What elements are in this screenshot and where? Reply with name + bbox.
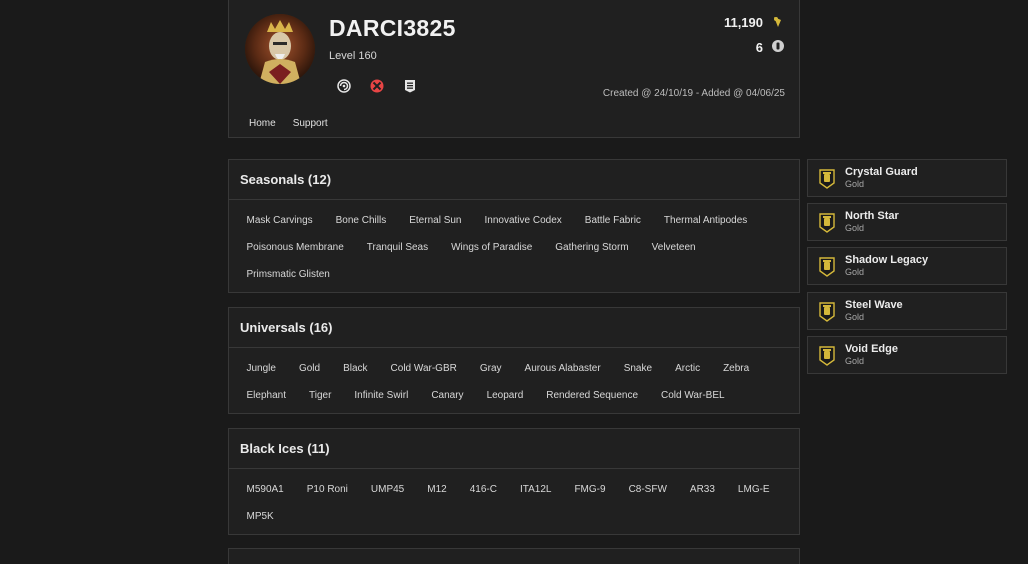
- skin-item[interactable]: 416-C: [458, 476, 508, 503]
- credits-icon: [771, 14, 785, 31]
- skin-item[interactable]: Elephant: [235, 382, 297, 409]
- gold-charm-icon: [819, 346, 835, 366]
- skin-item[interactable]: M12: [416, 476, 458, 503]
- charm-name: Shadow Legacy: [845, 254, 929, 266]
- universals-list: Jungle Gold Black Cold War-GBR Gray Auro…: [229, 348, 799, 414]
- skin-item[interactable]: Gold: [287, 355, 331, 382]
- skin-item[interactable]: Leopard: [475, 382, 535, 409]
- skin-item[interactable]: Bone Chills: [324, 207, 398, 234]
- section-title: Black Ices (11): [229, 429, 799, 469]
- skin-item[interactable]: Gathering Storm: [544, 234, 640, 261]
- skin-item[interactable]: Eternal Sun: [398, 207, 473, 234]
- avatar: [245, 14, 315, 84]
- renown-value: 6: [755, 40, 763, 55]
- skin-item[interactable]: Jungle: [235, 355, 287, 382]
- charm-tier: Gold: [845, 312, 865, 322]
- charm-tier: Gold: [845, 267, 865, 277]
- charm-card[interactable]: Void Edge Gold: [807, 336, 1007, 374]
- skin-item[interactable]: Gray: [468, 355, 513, 382]
- charm-tier: Gold: [845, 356, 865, 366]
- skin-item[interactable]: Canary: [420, 382, 475, 409]
- universals-section: Universals (16) Jungle Gold Black Cold W…: [228, 307, 800, 414]
- black-ices-list: M590A1 P10 Roni UMP45 M12 416-C ITA12L F…: [229, 469, 799, 535]
- charm-name: North Star: [845, 210, 899, 222]
- skin-item[interactable]: P10 Roni: [295, 476, 359, 503]
- gold-charm-icon: [819, 169, 835, 189]
- skin-item[interactable]: Mask Carvings: [235, 207, 324, 234]
- charm-name: Steel Wave: [845, 299, 903, 311]
- next-section: [228, 548, 800, 564]
- epic-games-icon[interactable]: [403, 79, 417, 93]
- credits-value: 11,190: [723, 15, 763, 30]
- charm-card[interactable]: Shadow Legacy Gold: [807, 247, 1007, 285]
- charm-card[interactable]: Steel Wave Gold: [807, 292, 1007, 330]
- skin-item[interactable]: Cold War-GBR: [379, 355, 468, 382]
- charm-tier: Gold: [845, 223, 865, 233]
- skin-item[interactable]: Cold War-BEL: [650, 382, 737, 409]
- skin-item[interactable]: Tranquil Seas: [355, 234, 439, 261]
- skin-item[interactable]: ITA12L: [508, 476, 563, 503]
- profile-card: DARCI3825 Level 160 11,190 6 Created @ 2…: [228, 0, 800, 138]
- skin-item[interactable]: Tiger: [297, 382, 342, 409]
- username: DARCI3825: [329, 15, 456, 41]
- ubisoft-icon[interactable]: [337, 79, 351, 93]
- skin-item[interactable]: MP5K: [235, 503, 285, 530]
- gold-charm-icon: [819, 213, 835, 233]
- section-title: Seasonals (12): [229, 160, 799, 200]
- renown-icon: [771, 39, 785, 56]
- charm-tier: Gold: [845, 179, 865, 189]
- xbox-icon[interactable]: [370, 79, 384, 93]
- skin-item[interactable]: C8-SFW: [617, 476, 678, 503]
- skin-item[interactable]: LMG-E: [726, 476, 781, 503]
- player-level: Level 160: [329, 50, 377, 62]
- skin-item[interactable]: Poisonous Membrane: [235, 234, 355, 261]
- platform-list: [337, 79, 417, 93]
- skin-item[interactable]: Battle Fabric: [573, 207, 652, 234]
- charm-card[interactable]: North Star Gold: [807, 203, 1007, 241]
- profile-nav: Home Support: [249, 118, 328, 129]
- nav-home-link[interactable]: Home: [249, 118, 276, 129]
- skin-item[interactable]: Velveteen: [640, 234, 707, 261]
- gold-charm-icon: [819, 302, 835, 322]
- skin-item[interactable]: Zebra: [712, 355, 761, 382]
- skin-item[interactable]: Aurous Alabaster: [513, 355, 612, 382]
- skin-item[interactable]: Rendered Sequence: [535, 382, 650, 409]
- skin-item[interactable]: Innovative Codex: [473, 207, 573, 234]
- gold-charm-icon: [819, 257, 835, 277]
- skin-item[interactable]: FMG-9: [563, 476, 617, 503]
- credits-stat: 11,190: [724, 14, 785, 31]
- skin-item[interactable]: M590A1: [235, 476, 295, 503]
- skin-item[interactable]: UMP45: [359, 476, 415, 503]
- skin-item[interactable]: Snake: [612, 355, 663, 382]
- seasonals-list: Mask Carvings Bone Chills Eternal Sun In…: [229, 200, 799, 293]
- section-title: Universals (16): [229, 308, 799, 348]
- skin-item[interactable]: Black: [332, 355, 379, 382]
- skin-item[interactable]: Infinite Swirl: [343, 382, 420, 409]
- skin-item[interactable]: Thermal Antipodes: [652, 207, 758, 234]
- skin-item[interactable]: Primsmatic Glisten: [235, 261, 341, 288]
- nav-support-link[interactable]: Support: [293, 118, 328, 129]
- black-ices-section: Black Ices (11) M590A1 P10 Roni UMP45 M1…: [228, 428, 800, 535]
- charm-name: Crystal Guard: [845, 166, 918, 178]
- charm-card[interactable]: Crystal Guard Gold: [807, 159, 1007, 197]
- skin-item[interactable]: Arctic: [664, 355, 712, 382]
- skin-item[interactable]: AR33: [678, 476, 726, 503]
- seasonals-section: Seasonals (12) Mask Carvings Bone Chills…: [228, 159, 800, 293]
- renown-stat: 6: [756, 39, 785, 56]
- account-dates: Created @ 24/10/19 - Added @ 04/06/25: [602, 88, 785, 99]
- charm-name: Void Edge: [845, 343, 898, 355]
- skin-item[interactable]: Wings of Paradise: [440, 234, 544, 261]
